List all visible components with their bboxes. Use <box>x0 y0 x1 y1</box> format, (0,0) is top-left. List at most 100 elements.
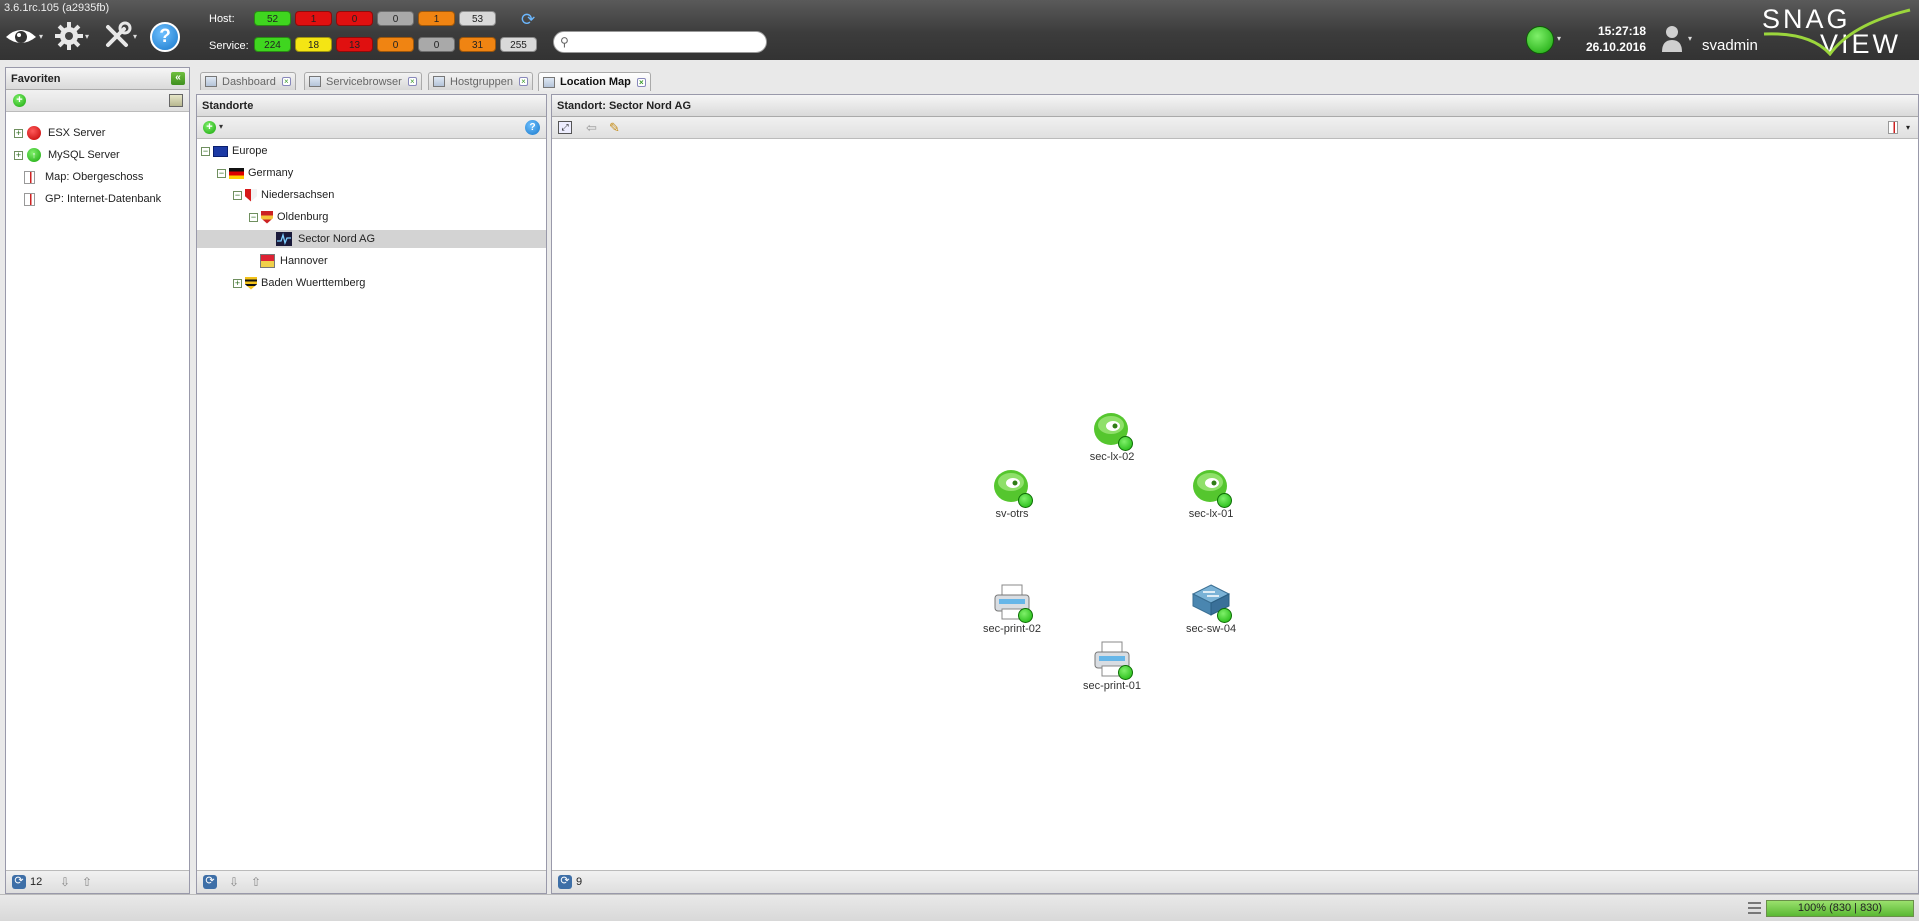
close-tab-button[interactable]: × <box>636 77 646 87</box>
ok-status-icon <box>1018 493 1033 508</box>
close-tab-button[interactable]: × <box>407 77 417 86</box>
refresh-favorites-button[interactable]: ⟳ <box>12 875 26 889</box>
ok-status-icon <box>1217 608 1232 623</box>
service-badge[interactable]: 18 <box>295 37 332 52</box>
eu-flag-icon <box>213 145 228 157</box>
refresh-map-button[interactable]: ⟳ <box>558 875 572 889</box>
add-location-button[interactable]: + <box>203 121 216 134</box>
host-badge[interactable]: 1 <box>418 11 455 26</box>
hannover-shield-icon <box>260 254 275 268</box>
tools-menu-button[interactable]: ▾ <box>102 20 137 52</box>
collapse-panel-button[interactable]: « <box>171 72 185 85</box>
tree-node-hannover[interactable]: Hannover <box>197 252 546 270</box>
tab-dashboard[interactable]: Dashboard × <box>200 72 296 90</box>
favorites-toolbar: + <box>6 90 189 112</box>
pencil-icon: ✎ <box>609 120 620 135</box>
arrow-down-icon: ⇩ <box>229 875 240 889</box>
favorites-footer: ⟳ 12 ⇩ ⇧ <box>6 870 189 893</box>
view-menu-button[interactable]: ▾ <box>4 20 43 52</box>
close-tab-button[interactable]: × <box>519 77 528 86</box>
plus-icon: + <box>206 121 213 133</box>
move-up-button[interactable]: ⇧ <box>82 875 92 889</box>
node-label: sec-print-01 <box>1082 680 1142 692</box>
search-input[interactable] <box>576 34 762 50</box>
service-stats-label: Service: <box>209 40 249 52</box>
tools-icon <box>106 21 132 47</box>
collapse-icon[interactable]: − <box>249 212 258 222</box>
service-badge[interactable]: 31 <box>459 37 496 52</box>
system-status-indicator[interactable] <box>1526 26 1554 54</box>
host-badge[interactable]: 53 <box>459 11 496 26</box>
tree-node-baden-wuerttemberg[interactable]: + Baden Wuerttemberg <box>197 274 546 292</box>
expand-icon[interactable]: + <box>233 278 242 288</box>
search-field[interactable]: ⚲ <box>553 31 767 53</box>
manage-favorites-button[interactable] <box>169 94 183 107</box>
close-icon: × <box>521 77 526 86</box>
host-badge[interactable]: 0 <box>336 11 373 26</box>
tree-node-niedersachsen[interactable]: − Niedersachsen <box>197 186 546 204</box>
edit-map-button[interactable]: ✎ <box>609 120 620 136</box>
memory-usage-bar: 100% (830 | 830) <box>1766 900 1914 917</box>
username: svadmin <box>1702 37 1758 54</box>
map-node-sec-print-02[interactable]: sec-print-02 <box>967 582 1057 635</box>
map-node-sec-print-01[interactable]: sec-print-01 <box>1067 639 1157 692</box>
red-status-icon <box>27 126 41 140</box>
move-down-button[interactable]: ⇩ <box>229 875 239 889</box>
tree-node-europe[interactable]: − Europe <box>197 142 546 160</box>
back-button[interactable]: ⇦ <box>586 120 597 136</box>
user-menu-button[interactable] <box>1660 24 1684 57</box>
collapse-icon[interactable]: − <box>217 168 226 178</box>
fit-to-view-button[interactable]: ⤢ <box>558 121 572 134</box>
tree-node-oldenburg[interactable]: − Oldenburg <box>197 208 546 226</box>
collapse-icon[interactable]: − <box>201 146 210 156</box>
locations-panel: Standorte + ▾ ? − Europe − Germany − Nie… <box>196 94 547 894</box>
service-badge[interactable]: 0 <box>418 37 455 52</box>
favorite-item-map-obergeschoss[interactable]: Map: Obergeschoss <box>14 168 143 186</box>
map-node-sec-lx-01[interactable]: sec-lx-01 <box>1166 467 1256 520</box>
host-badge[interactable]: 52 <box>254 11 291 26</box>
favorite-item-mysql[interactable]: + ↑ MySQL Server <box>14 146 120 164</box>
refresh-icon: ⟳ <box>560 875 570 887</box>
map-node-sv-otrs[interactable]: sv-otrs <box>967 467 1057 520</box>
plus-icon: + <box>16 94 23 106</box>
host-badge[interactable]: 0 <box>377 11 414 26</box>
tab-location-map[interactable]: Location Map × <box>538 72 651 91</box>
refresh-stats-button[interactable]: ⟳ <box>521 10 535 30</box>
service-badge[interactable]: 255 <box>500 37 537 52</box>
node-label: sv-otrs <box>995 508 1029 520</box>
chevron-down-icon: ▾ <box>219 122 224 131</box>
tab-hostgruppen[interactable]: Hostgruppen × <box>428 72 533 90</box>
collapse-icon[interactable]: − <box>233 190 242 200</box>
tree-node-germany[interactable]: − Germany <box>197 164 546 182</box>
node-label: sec-lx-01 <box>1188 508 1234 520</box>
tab-servicebrowser[interactable]: Servicebrowser × <box>304 72 422 90</box>
move-up-button[interactable]: ⇧ <box>251 875 261 889</box>
close-icon: × <box>283 77 289 86</box>
favorite-item-gp-internet[interactable]: GP: Internet-Datenbank <box>14 190 161 208</box>
map-node-sec-lx-02[interactable]: sec-lx-02 <box>1067 410 1157 463</box>
close-tab-button[interactable]: × <box>281 77 291 86</box>
expand-icon[interactable]: + <box>14 150 23 160</box>
refresh-icon: ⟳ <box>205 875 215 887</box>
map-select-button[interactable] <box>1888 121 1898 134</box>
move-down-button[interactable]: ⇩ <box>60 875 70 889</box>
locations-help-button[interactable]: ? <box>525 120 540 135</box>
location-map-icon <box>276 232 292 246</box>
refresh-locations-button[interactable]: ⟳ <box>203 875 217 889</box>
map-node-sec-sw-04[interactable]: sec-sw-04 <box>1166 582 1256 635</box>
expand-icon[interactable]: + <box>14 128 23 138</box>
tab-label: Location Map <box>560 76 631 88</box>
tree-node-label: Sector Nord AG <box>298 233 376 245</box>
tree-node-sector-nord-ag[interactable]: Sector Nord AG <box>197 230 546 248</box>
service-badge[interactable]: 0 <box>377 37 414 52</box>
service-badge[interactable]: 224 <box>254 37 291 52</box>
host-badge[interactable]: 1 <box>295 11 332 26</box>
node-label: sec-lx-02 <box>1089 451 1135 463</box>
arrow-down-icon: ⇩ <box>60 875 71 889</box>
settings-menu-button[interactable]: ▾ <box>54 20 89 52</box>
favorite-item-esx[interactable]: + ESX Server <box>14 124 105 142</box>
help-button[interactable]: ? <box>150 22 180 52</box>
service-badge[interactable]: 13 <box>336 37 373 52</box>
add-favorite-button[interactable]: + <box>13 94 26 107</box>
locations-title: Standorte <box>197 95 546 117</box>
